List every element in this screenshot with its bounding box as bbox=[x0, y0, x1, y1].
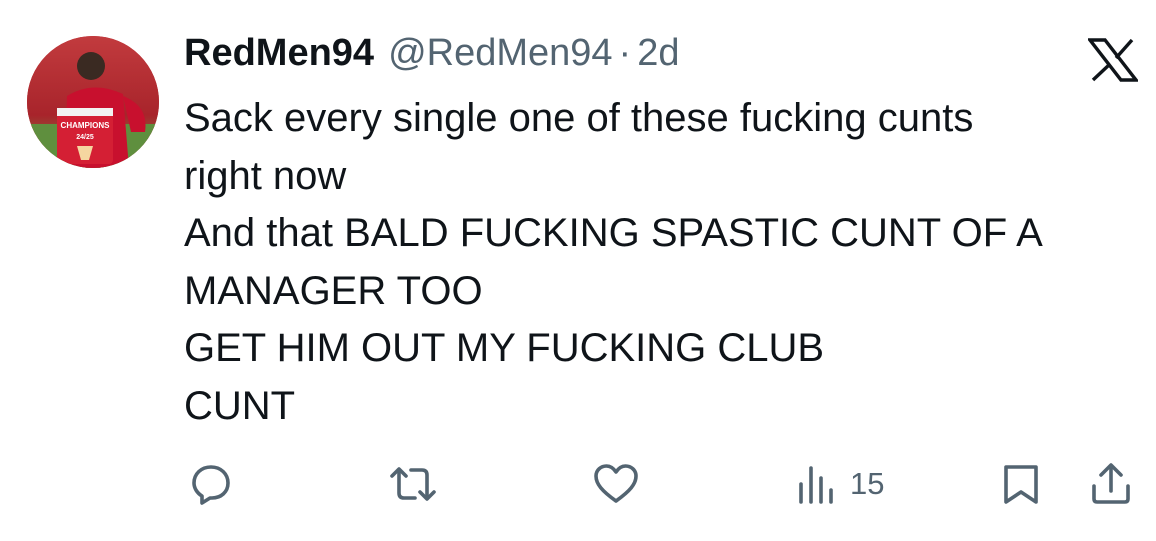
tweet-text-line: And that BALD FUCKING SPASTIC CUNT OF A bbox=[184, 211, 1043, 255]
tweet-text-line: MANAGER TOO bbox=[184, 268, 483, 313]
tweet-text-line: GET HIM OUT MY FUCKING CLUB bbox=[184, 326, 825, 370]
reply-button[interactable] bbox=[189, 456, 233, 512]
tweet-text-line: right now bbox=[184, 153, 347, 198]
retweet-icon bbox=[390, 467, 436, 501]
action-bar: 15 bbox=[0, 456, 1156, 512]
avatar[interactable]: CHAMPIONS 24/25 bbox=[27, 36, 159, 168]
x-logo-icon[interactable] bbox=[1086, 38, 1140, 82]
tweet-text: Sack every single one of these fucking c… bbox=[184, 90, 1134, 435]
retweet-button[interactable] bbox=[388, 456, 438, 512]
heart-icon bbox=[594, 464, 638, 503]
display-name[interactable]: RedMen94 bbox=[184, 32, 374, 75]
user-handle[interactable]: @RedMen94 bbox=[388, 32, 612, 75]
shirt-text-season: 24/25 bbox=[76, 134, 94, 141]
views-icon bbox=[799, 466, 833, 504]
bookmark-icon bbox=[1004, 465, 1038, 504]
avatar-image: CHAMPIONS 24/25 bbox=[27, 36, 159, 168]
share-button[interactable] bbox=[1088, 456, 1134, 512]
tweet-text-line: Sack every single one of these fucking c… bbox=[184, 96, 974, 140]
share-icon bbox=[1092, 463, 1130, 504]
shirt-text-champions: CHAMPIONS bbox=[61, 121, 111, 130]
like-button[interactable] bbox=[592, 456, 640, 512]
tweet-text-line: CUNT bbox=[184, 383, 296, 428]
reply-icon bbox=[192, 465, 230, 505]
views-count: 15 bbox=[850, 466, 885, 501]
separator-dot: · bbox=[618, 32, 632, 74]
bookmark-button[interactable] bbox=[1001, 456, 1041, 512]
views-button[interactable]: 15 bbox=[796, 456, 884, 512]
tweet-header: RedMen94 @RedMen94 · 2d bbox=[184, 32, 679, 84]
timestamp[interactable]: 2d bbox=[637, 32, 679, 75]
